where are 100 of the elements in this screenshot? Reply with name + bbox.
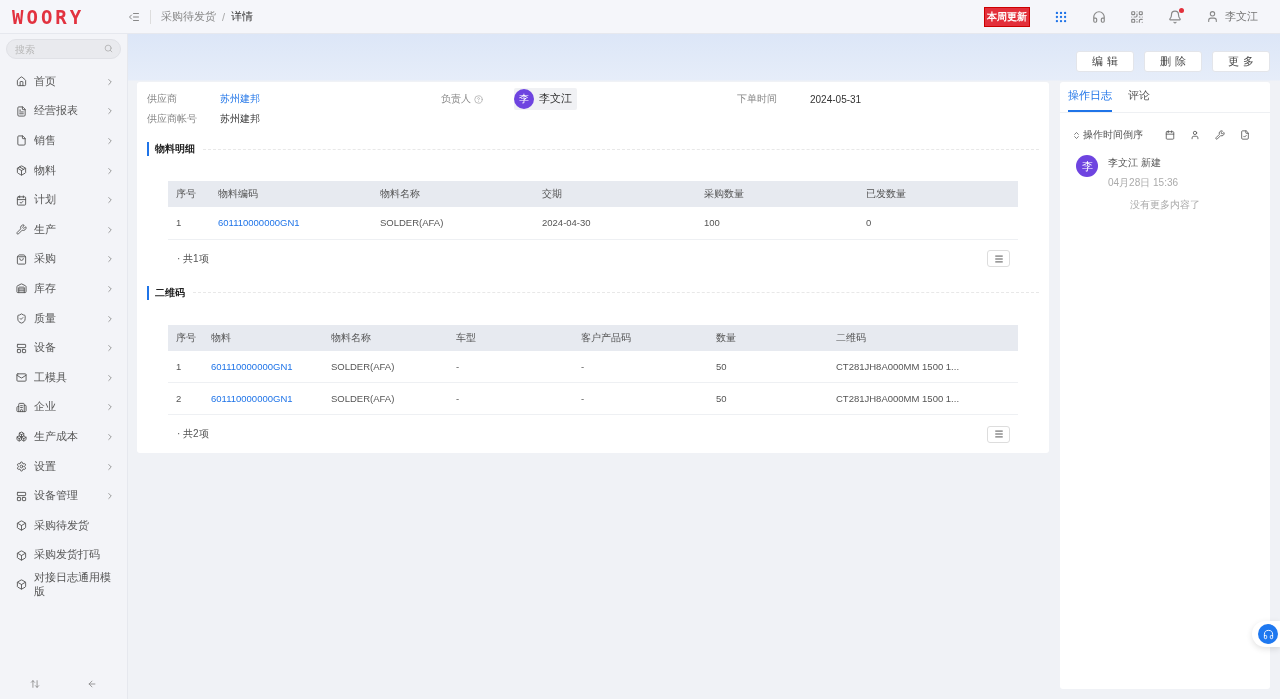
sidebar-item[interactable]: 库存 [6, 274, 121, 304]
panel-icon [16, 490, 27, 502]
table-cell: 1 [168, 350, 203, 383]
headset-icon [1262, 628, 1274, 640]
panel-icon [16, 342, 27, 354]
mail-icon [16, 372, 27, 384]
breadcrumb-item[interactable]: 采购待发货 [161, 9, 216, 24]
chevron-right-icon [105, 402, 115, 413]
chevron-right-icon [105, 224, 115, 235]
log-text: 李文江 新建 [1108, 156, 1162, 170]
menu-toggle-icon[interactable] [128, 10, 140, 23]
column-header: 采购数量 [696, 181, 858, 207]
table-cell: CT281JH8A000MM 1500 1... [828, 350, 1018, 383]
table-cell: 50 [708, 350, 828, 383]
help-button[interactable] [1252, 621, 1280, 647]
table-cell: - [573, 350, 708, 383]
column-header: 客户产品码 [573, 324, 708, 351]
column-header: 二维码 [828, 324, 1018, 351]
document-icon[interactable] [1240, 130, 1250, 140]
sidebar-item[interactable]: 设备 [6, 333, 121, 363]
material-link[interactable]: 601110000000GN1 [203, 350, 323, 383]
sidebar-item[interactable]: 质量 [6, 303, 121, 334]
chevron-right-icon [105, 254, 115, 265]
headset-icon[interactable] [1092, 9, 1106, 24]
column-header: 序号 [168, 324, 203, 351]
material-link[interactable]: 601110000000GN1 [203, 382, 323, 415]
sidebar-item[interactable]: 企业 [6, 392, 121, 423]
chevron-right-icon [105, 431, 115, 442]
sidebar-item[interactable]: 销售 [6, 126, 121, 156]
table-cell: - [448, 382, 573, 415]
table-cell: - [573, 382, 708, 415]
sidebar-item[interactable]: 生产成本 [6, 422, 121, 452]
cube-icon [16, 549, 27, 561]
avatar: 李 [1076, 155, 1098, 177]
sidebar-item[interactable]: 采购 [6, 244, 121, 275]
chevron-right-icon [105, 313, 115, 324]
user-icon [1206, 10, 1219, 23]
panel-tab[interactable]: 操作日志 [1068, 82, 1112, 112]
calendar-icon[interactable] [1165, 130, 1175, 140]
chevron-right-icon [105, 461, 115, 472]
column-settings-button[interactable] [987, 425, 1010, 443]
column-header: 交期 [534, 181, 696, 207]
user-name[interactable]: 李文江 [1225, 9, 1258, 24]
field-value: 2024-05-31 [810, 93, 862, 105]
sidebar-item[interactable]: 物料 [6, 155, 121, 186]
chevron-right-icon [105, 106, 115, 117]
sidebar-item[interactable]: 采购待发货 [6, 510, 121, 541]
section-title: 物料明细 [147, 142, 195, 156]
sidebar-item[interactable]: 生产 [6, 214, 121, 245]
sort-button[interactable]: 操作时间倒序 [1072, 128, 1165, 142]
section-title: 二维码 [147, 285, 185, 300]
column-header: 物料编码 [210, 181, 372, 207]
collapse-icon[interactable] [87, 679, 98, 689]
end-note: 没有更多内容了 [1129, 198, 1201, 212]
settings-icon [16, 461, 27, 472]
chevron-right-icon [105, 283, 115, 294]
building-icon [16, 401, 27, 413]
sidebar-item[interactable]: 设置 [6, 451, 121, 482]
column-header: 序号 [168, 181, 210, 207]
apps-grid-icon[interactable] [1054, 9, 1068, 24]
wrench-icon[interactable] [1215, 130, 1225, 140]
chevron-right-icon [105, 343, 115, 354]
column-header: 车型 [448, 324, 573, 351]
sidebar-item[interactable]: 工模具 [6, 362, 121, 393]
user-filter-icon[interactable] [1190, 130, 1200, 140]
sidebar-item[interactable]: 采购发货打码 [6, 540, 121, 571]
sidebar-item[interactable]: 设备管理 [6, 481, 121, 511]
chevron-right-icon [105, 372, 115, 383]
avatar: 李 [514, 89, 534, 109]
qr-code-icon[interactable] [1130, 9, 1144, 24]
sort-toggle-icon[interactable] [29, 679, 40, 689]
field-label: 负责人 [441, 92, 471, 106]
document-icon [16, 105, 27, 117]
bell-icon[interactable] [1168, 9, 1182, 24]
cube-icon [16, 520, 27, 532]
shield-icon [16, 313, 27, 325]
log-time: 04月28日 15:36 [1108, 176, 1179, 190]
action-button[interactable]: 编 辑 [1076, 51, 1134, 72]
sidebar-item[interactable]: 计划 [6, 185, 121, 215]
supplier-link[interactable]: 苏州建邦 [220, 92, 260, 106]
update-badge[interactable]: 本周更新 [984, 6, 1030, 27]
sidebar-item[interactable]: 经营报表 [6, 96, 121, 127]
panel-tab[interactable]: 评论 [1128, 82, 1150, 112]
cube-icon [16, 579, 27, 591]
field-label: 供应商 [147, 92, 177, 106]
table-cell: 0 [858, 207, 1018, 239]
field-label: 下单时间 [737, 92, 777, 106]
table-cell: - [448, 350, 573, 383]
help-icon[interactable] [474, 94, 483, 104]
action-button[interactable]: 删 除 [1144, 51, 1202, 72]
table-cell: 2024-04-30 [534, 207, 696, 239]
column-settings-button[interactable] [987, 250, 1010, 267]
material-link[interactable]: 601110000000GN1 [210, 207, 372, 239]
sidebar-item[interactable]: 首页 [6, 67, 121, 97]
sidebar-item[interactable]: 对接日志通用模版 [6, 570, 121, 600]
table-cell: 1 [168, 207, 210, 239]
field-value: 苏州建邦 [220, 112, 260, 126]
sort-icon [1072, 130, 1081, 140]
menu-icon [993, 429, 1004, 439]
action-button[interactable]: 更 多 [1212, 51, 1270, 72]
